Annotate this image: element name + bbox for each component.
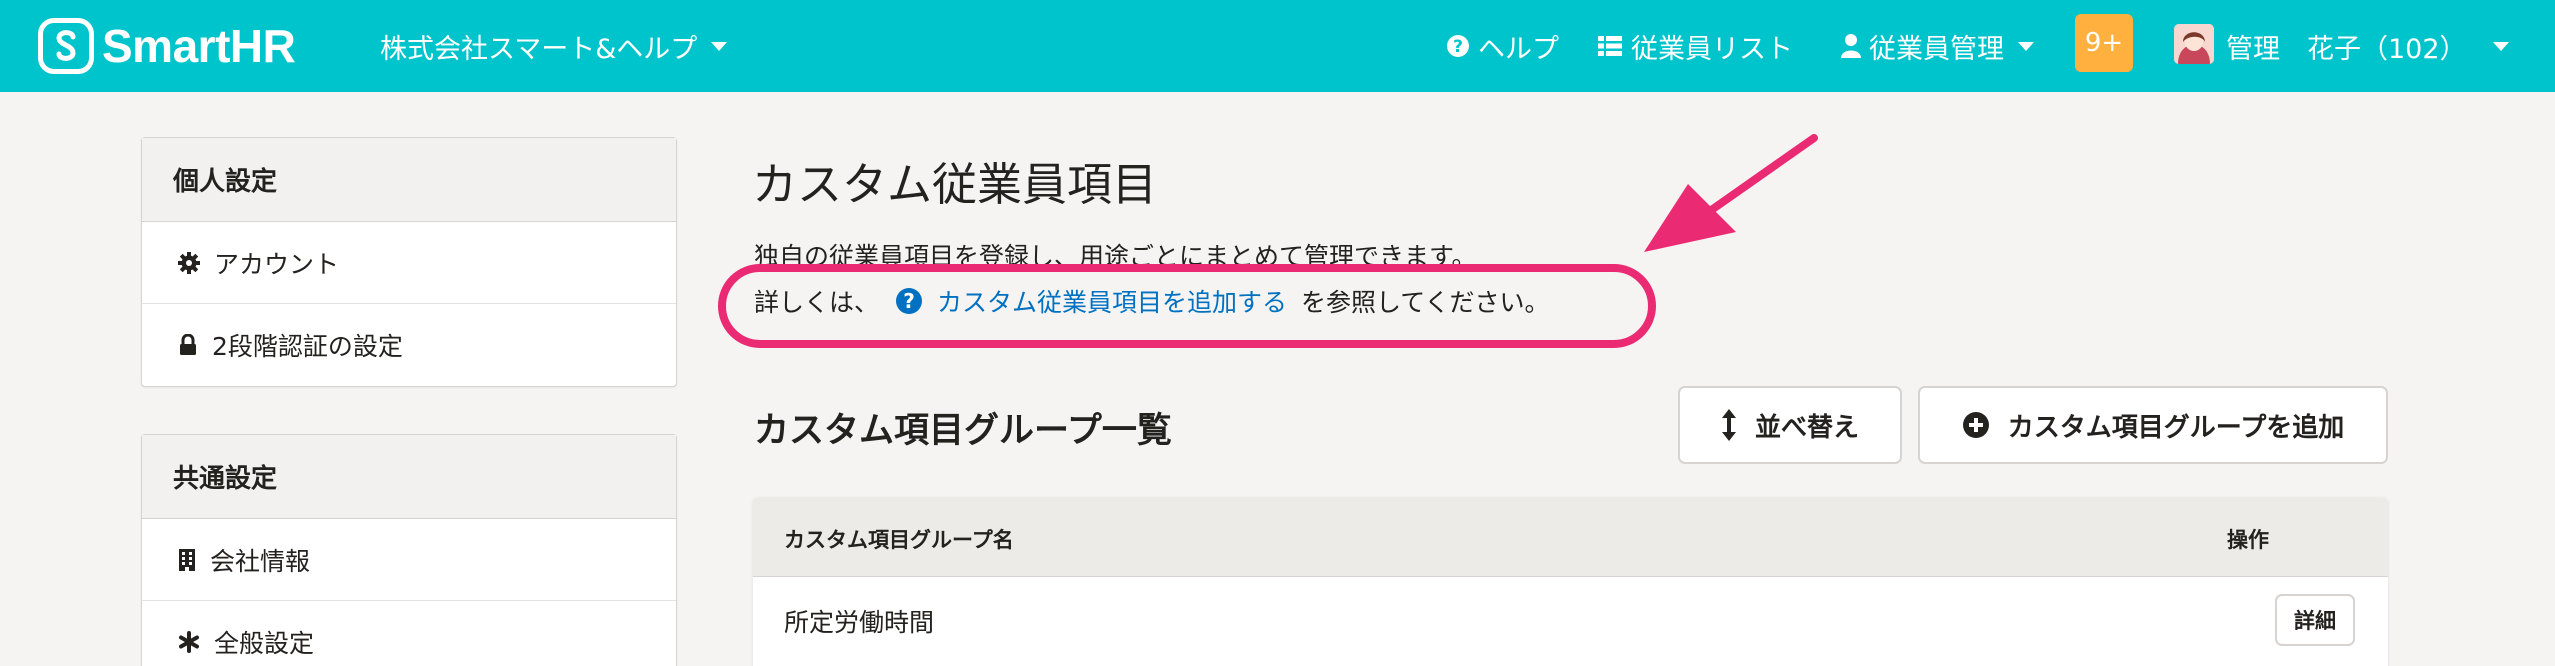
sidebar-item-company-info[interactable]: 会社情報 — [142, 519, 676, 601]
chevron-down-icon — [711, 41, 728, 51]
user-name: 管理 花子（102） — [2226, 33, 2467, 65]
building-icon — [179, 548, 195, 571]
sidebar-item-label: アカウント — [214, 249, 340, 279]
nav-help[interactable]: ? ヘルプ — [1446, 22, 1559, 70]
sidebar-item-2fa[interactable]: 2段階認証の設定 — [142, 304, 676, 386]
personal-settings-title: 個人設定 — [142, 138, 676, 222]
column-header-actions: 操作 — [2227, 528, 2269, 552]
section-title: カスタム項目グループ一覧 — [754, 411, 1172, 451]
nav-employee-mgmt[interactable]: 従業員管理 — [1841, 22, 2034, 70]
common-settings-title: 共通設定 — [142, 435, 676, 519]
page-title: カスタム従業員項目 — [752, 158, 1158, 211]
custom-group-table: カスタム項目グループ名 操作 所定労働時間 詳細 — [753, 497, 2388, 666]
avatar[interactable] — [2174, 24, 2214, 64]
company-name: 株式会社スマート&ヘルプ — [380, 33, 698, 65]
sort-button-label: 並べ替え — [1754, 412, 1859, 443]
notification-badge[interactable]: 9+ — [2075, 14, 2133, 72]
top-navbar: SmartHR 株式会社スマート&ヘルプ ? ヘルプ 従業員リスト 従業員管理 … — [0, 0, 2555, 92]
company-switcher[interactable]: 株式会社スマート&ヘルプ — [380, 24, 728, 68]
add-custom-group-button[interactable]: カスタム項目グループを追加 — [1918, 386, 2388, 464]
table-header: カスタム項目グループ名 操作 — [753, 497, 2388, 577]
logo-mark-icon — [38, 18, 94, 74]
detail-button[interactable]: 詳細 — [2275, 594, 2355, 646]
annotation-arrow-icon — [1644, 134, 1818, 252]
list-icon — [1598, 36, 1622, 56]
add-custom-group-label: カスタム項目グループを追加 — [2007, 412, 2345, 443]
lock-icon — [180, 334, 196, 355]
nav-employee-list[interactable]: 従業員リスト — [1597, 22, 1793, 70]
column-header-name: カスタム項目グループ名 — [784, 528, 1014, 552]
user-icon — [1841, 34, 1861, 58]
chevron-down-icon — [2492, 41, 2509, 51]
sidebar-item-label: 会社情報 — [210, 546, 311, 576]
common-settings-card: 共通設定 会社情報 全般設定 — [141, 434, 677, 666]
chevron-down-icon — [2018, 41, 2034, 51]
gear-icon — [178, 251, 200, 274]
asterisk-icon — [179, 631, 199, 653]
table-row: 所定労働時間 詳細 — [753, 577, 2388, 666]
plus-circle-icon — [1962, 412, 1989, 438]
nav-employee-mgmt-label: 従業員管理 — [1869, 33, 2004, 65]
nav-help-label: ヘルプ — [1478, 33, 1559, 65]
sidebar-item-account[interactable]: アカウント — [142, 222, 676, 304]
question-circle-icon: ? — [1447, 35, 1469, 57]
annotation-highlight — [718, 264, 1656, 348]
sort-button[interactable]: 並べ替え — [1678, 386, 1902, 464]
user-menu[interactable]: 管理 花子（102） — [2226, 22, 2509, 70]
smarthr-logo[interactable]: SmartHR — [38, 16, 296, 76]
sort-vertical-icon — [1721, 409, 1736, 441]
sidebar-item-label: 2段階認証の設定 — [212, 332, 403, 361]
avatar-image — [2174, 24, 2214, 64]
svg-text:?: ? — [1453, 37, 1463, 57]
nav-employee-list-label: 従業員リスト — [1631, 33, 1793, 65]
group-name-cell: 所定労働時間 — [784, 608, 935, 637]
sidebar-item-general-settings[interactable]: 全般設定 — [142, 601, 676, 666]
sidebar-item-label: 全般設定 — [214, 629, 315, 658]
personal-settings-card: 個人設定 アカウント 2段階認証の設定 — [141, 137, 677, 387]
logo-text: SmartHR — [102, 20, 296, 72]
